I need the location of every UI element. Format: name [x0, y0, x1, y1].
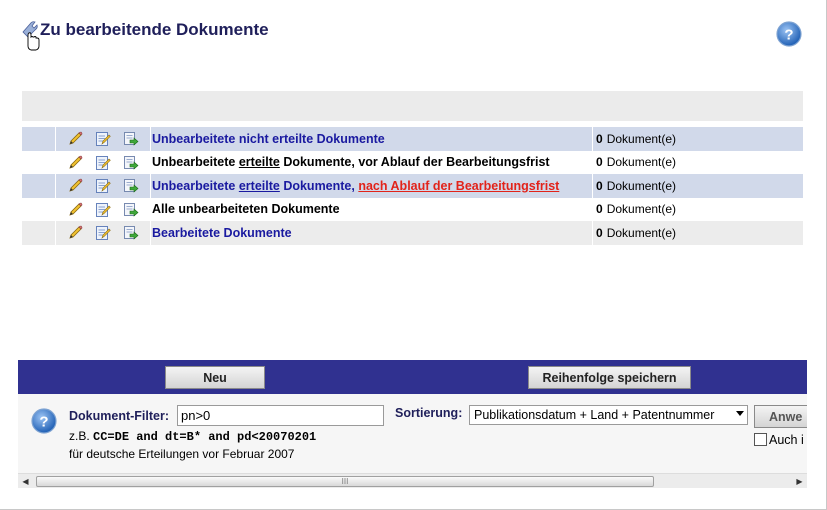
sort-label: Sortierung: — [395, 406, 463, 420]
pencil-icon[interactable] — [67, 201, 84, 218]
page-header: Zu bearbeitende Dokumente ? — [18, 14, 807, 54]
wrench-hand-cursor-icon — [22, 21, 40, 51]
edit-document-icon[interactable] — [94, 201, 112, 218]
filter-example-code: CC=DE and dt=B* and pd<20070201 — [93, 430, 317, 444]
svg-text:?: ? — [784, 27, 793, 44]
row-actions — [55, 174, 150, 198]
edit-document-icon[interactable] — [94, 224, 112, 241]
export-document-icon[interactable] — [122, 177, 139, 194]
scroll-right-icon[interactable]: ▶ — [792, 474, 807, 489]
row-label-part: erteilte — [238, 178, 280, 193]
row-count-unit: Dokument(e) — [606, 178, 677, 193]
row-count-value: 0 — [596, 225, 603, 240]
row-select-cell[interactable] — [22, 221, 55, 245]
content-area: Zu bearbeitende Dokumente ? Unbearbeitet… — [0, 0, 807, 510]
row-label[interactable]: Unbearbeitete erteilte Dokumente, nach A… — [150, 174, 592, 198]
row-select-cell[interactable] — [22, 151, 55, 175]
filter-example-note: für deutsche Erteilungen vor Februar 200… — [69, 447, 295, 461]
table-row: Unbearbeitete erteilte Dokumente, vor Ab… — [22, 150, 803, 175]
row-count-value: 0 — [596, 131, 603, 146]
row-label[interactable]: Bearbeitete Dokumente — [150, 221, 592, 245]
sort-selected-value: Publikationsdatum + Land + Patentnummer — [474, 408, 715, 422]
help-icon[interactable]: ? — [776, 21, 802, 47]
row-label[interactable]: Unbearbeitete nicht erteilte Dokumente — [150, 127, 592, 151]
filter-label: Dokument-Filter: — [69, 409, 169, 423]
pencil-icon[interactable] — [67, 177, 84, 194]
chevron-down-icon[interactable] — [736, 411, 744, 416]
edit-document-icon[interactable] — [94, 177, 112, 194]
row-count: 0 Dokument(e) — [592, 150, 803, 174]
row-count-value: 0 — [596, 202, 603, 217]
row-label-part: Unbearbeitete — [152, 155, 239, 170]
filter-input[interactable] — [177, 405, 384, 426]
row-count-value: 0 — [596, 155, 603, 170]
table-row: Alle unbearbeiteten Dokumente 0 Dokument(e… — [22, 197, 803, 222]
svg-text:?: ? — [39, 414, 48, 431]
filter-example: z.B. CC=DE and dt=B* and pd<20070201 — [69, 429, 316, 444]
row-label-part: nach Ablauf der Bearbeitungsfrist — [358, 178, 560, 193]
edit-document-icon[interactable] — [94, 130, 112, 147]
pencil-icon[interactable] — [67, 130, 84, 147]
row-label-part: Dokumente, — [279, 178, 359, 193]
page-title: Zu bearbeitende Dokumente — [40, 20, 269, 39]
row-label-part: Bearbeitete Dokumente — [152, 225, 292, 240]
help-icon[interactable]: ? — [31, 408, 57, 434]
also-checkbox-label: Auch i — [769, 433, 804, 447]
row-actions — [55, 150, 150, 174]
export-document-icon[interactable] — [122, 130, 139, 147]
row-count-value: 0 — [596, 178, 603, 193]
scrollbar-thumb[interactable]: III — [36, 476, 654, 487]
toolbar-area — [22, 91, 803, 121]
row-label-part: erteilte — [238, 155, 280, 170]
row-count-unit: Dokument(e) — [606, 202, 677, 217]
row-label[interactable]: Unbearbeitete erteilte Dokumente, vor Ab… — [150, 150, 592, 174]
also-checkbox[interactable] — [754, 433, 767, 446]
row-count: 0 Dokument(e) — [592, 221, 803, 245]
row-select-cell[interactable] — [22, 198, 55, 222]
scroll-left-icon[interactable]: ◀ — [18, 474, 33, 489]
table-row: Unbearbeitete erteilte Dokumente, nach A… — [22, 174, 803, 198]
horizontal-scrollbar[interactable]: ◀ III ▶ — [18, 473, 807, 488]
export-document-icon[interactable] — [122, 201, 139, 218]
row-select-cell[interactable] — [22, 174, 55, 198]
export-document-icon[interactable] — [122, 224, 139, 241]
row-label-part: Unbearbeitete nicht erteilte Dokumente — [152, 131, 385, 146]
new-button[interactable]: Neu — [165, 366, 265, 389]
save-order-button[interactable]: Reihenfolge speichern — [528, 366, 691, 389]
pencil-icon[interactable] — [67, 224, 84, 241]
row-label-part: Alle unbearbeiteten Dokumente — [152, 202, 340, 217]
document-list: Unbearbeitete nicht erteilte Dokumente 0 D… — [22, 127, 803, 245]
table-row: Unbearbeitete nicht erteilte Dokumente 0 D… — [22, 127, 803, 151]
sort-select[interactable]: Publikationsdatum + Land + Patentnummer — [469, 405, 748, 425]
row-count: 0 Dokument(e) — [592, 197, 803, 221]
apply-button[interactable]: Anwe — [754, 405, 807, 428]
row-count-unit: Dokument(e) — [606, 131, 677, 146]
row-actions — [55, 221, 150, 245]
row-count-unit: Dokument(e) — [606, 155, 677, 170]
row-label[interactable]: Alle unbearbeiteten Dokumente — [150, 197, 592, 221]
scrollbar-grip: III — [341, 477, 349, 486]
row-label-part: Unbearbeitete — [152, 178, 239, 193]
row-actions — [55, 197, 150, 221]
row-count-unit: Dokument(e) — [606, 225, 677, 240]
export-document-icon[interactable] — [122, 154, 139, 171]
pencil-icon[interactable] — [67, 154, 84, 171]
row-actions — [55, 127, 150, 151]
row-select-cell[interactable] — [22, 127, 55, 151]
filter-example-prefix: z.B. — [69, 429, 94, 443]
table-row: Bearbeitete Dokumente 0 Dokument(e) — [22, 221, 803, 245]
edit-document-icon[interactable] — [94, 154, 112, 171]
row-label-part: Dokumente, vor Ablauf der Bearbeitungsfr… — [279, 155, 550, 170]
row-count: 0 Dokument(e) — [592, 174, 803, 198]
row-count: 0 Dokument(e) — [592, 127, 803, 151]
